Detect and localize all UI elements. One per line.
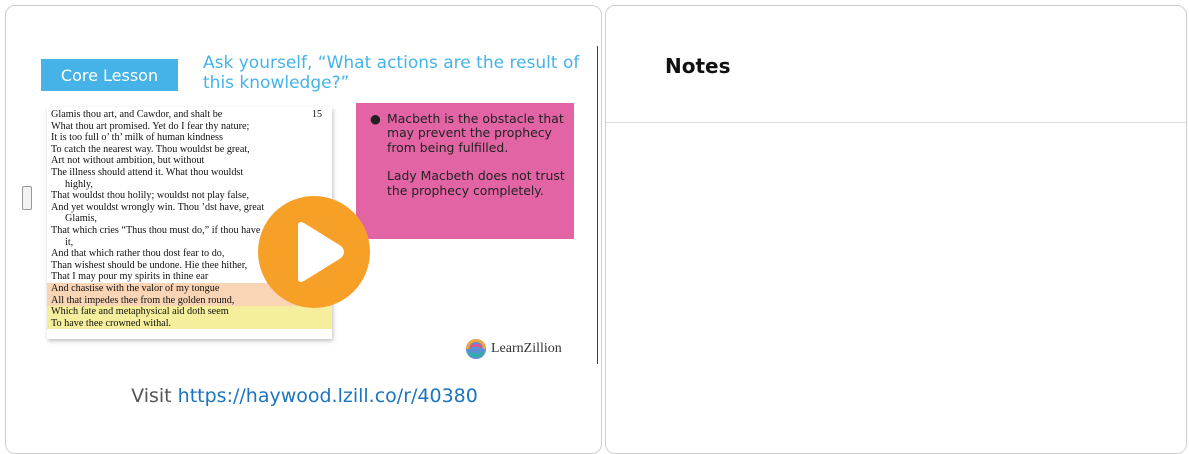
lesson-link[interactable]: https://haywood.lzill.co/r/40380 — [178, 385, 478, 407]
excerpt-line: The illness should attend it. What thou … — [51, 166, 244, 178]
learnzillion-logo-text: LearnZillion — [491, 341, 562, 356]
notes-body — [606, 123, 1186, 453]
lesson-slide: Core Lesson Ask yourself, “What actions … — [19, 38, 598, 370]
excerpt-line: What thou art promised. Yet do I fear th… — [51, 120, 250, 132]
learnzillion-logo: LearnZillion — [465, 338, 562, 360]
bullet-icon: ● — [370, 111, 381, 126]
excerpt-line: To have thee crowned withal. — [47, 317, 332, 330]
play-button[interactable] — [258, 196, 370, 308]
excerpt-line: highly, — [65, 178, 93, 190]
notes-callout: ● Macbeth is the obstacle that may preve… — [356, 103, 574, 239]
notes-card: Notes — [605, 5, 1187, 454]
visit-prefix: Visit — [131, 385, 178, 407]
play-icon — [298, 222, 344, 282]
excerpt-line: Glamis thou art, and Cawdor, and shalt b… — [51, 109, 223, 120]
excerpt-line: Art not without ambition, but without — [51, 155, 205, 167]
video-card: Core Lesson Ask yourself, “What actions … — [5, 5, 602, 454]
excerpt-line: To catch the nearest way. Thou wouldst b… — [51, 143, 250, 155]
slide-divider — [597, 46, 598, 364]
scroll-handle[interactable] — [22, 186, 32, 210]
callout-bullet-text: Macbeth is the obstacle that may prevent… — [387, 111, 564, 155]
core-lesson-badge: Core Lesson — [41, 59, 178, 91]
visit-line: Visit https://haywood.lzill.co/r/40380 — [6, 385, 603, 407]
excerpt-line: It is too full o’ th’ milk of human kind… — [51, 132, 223, 144]
notes-title: Notes — [665, 54, 731, 78]
learnzillion-logo-icon — [466, 339, 486, 359]
page: Core Lesson Ask yourself, “What actions … — [0, 0, 1189, 454]
callout-paragraph: Lady Macbeth does not trust the prophecy… — [387, 168, 565, 198]
line-number: 15 — [312, 109, 322, 120]
slide-heading: Ask yourself, “What actions are the resu… — [203, 53, 580, 93]
